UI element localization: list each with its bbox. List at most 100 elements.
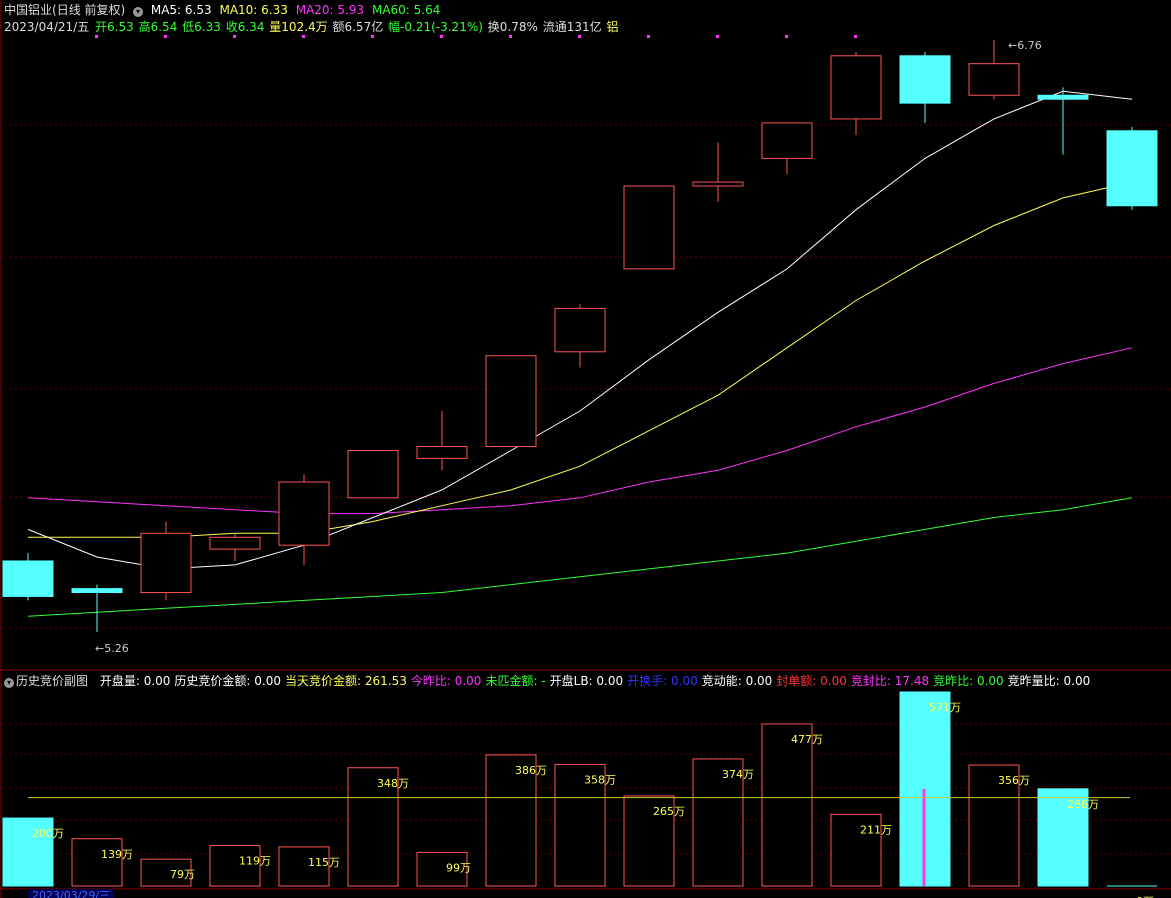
indicator-title[interactable]: 历史竞价副图	[16, 674, 88, 688]
auction-bar-label: 265万	[653, 805, 685, 818]
ma60-line	[27, 497, 1133, 617]
indicator-item: 竞昨比: 0.00	[933, 674, 1004, 688]
high-value: 高6.54	[138, 20, 178, 34]
chevron-down-icon[interactable]: ▾	[133, 7, 144, 17]
top-marker	[233, 35, 236, 38]
candle	[1037, 87, 1089, 155]
candle	[1106, 126, 1158, 210]
low-mark-label: ←5.26	[95, 642, 129, 655]
candle-body	[140, 532, 192, 594]
candle	[623, 185, 675, 270]
top-marker	[854, 35, 857, 38]
candle-body	[278, 481, 330, 546]
amount-value: 额6.57亿	[332, 20, 384, 34]
candle	[347, 449, 399, 499]
auction-bar-label: 348万	[377, 777, 409, 790]
candle-body	[968, 63, 1020, 96]
volume-value: 量102.4万	[269, 20, 328, 34]
top-marker	[440, 35, 443, 38]
auction-bar-label: 286万	[1067, 798, 1099, 811]
candle	[416, 410, 468, 471]
candle	[209, 533, 261, 561]
candle-body	[1106, 130, 1158, 207]
indicator-item: 开盘LB: 0.00	[549, 674, 624, 688]
candle	[485, 355, 537, 448]
open-value: 开6.53	[95, 20, 134, 34]
auction-bar	[761, 723, 813, 887]
candle-body	[485, 355, 537, 448]
indicator-item: 开盘量: 0.00	[99, 674, 171, 688]
indicator-item: 当天竞价金额: 261.53	[285, 674, 407, 688]
auction-bar-label: 139万	[101, 848, 133, 861]
header-row-1: 中国铝业(日线 前复权) ▾ MA5: 6.53 MA10: 6.33 MA20…	[4, 2, 444, 18]
candle	[692, 142, 744, 202]
auction-bar-label: 200万	[32, 827, 64, 840]
close-value: 收6.34	[225, 20, 265, 34]
auction-bar-label: 79万	[170, 868, 195, 881]
candle-body	[2, 560, 54, 597]
auction-bar-label: 211万	[860, 823, 892, 836]
candlesticks	[2, 40, 1158, 632]
candle-body	[347, 449, 399, 499]
low-value: 低6.33	[182, 20, 221, 34]
candle-body	[830, 55, 882, 120]
top-marker	[302, 35, 305, 38]
high-mark-label: ←6.76	[1008, 39, 1042, 52]
candle-body	[899, 55, 951, 104]
candle	[899, 51, 951, 123]
auction-bar-label: 119万	[239, 855, 271, 868]
candle-body	[692, 181, 744, 187]
stock-name: 中国铝业	[4, 3, 53, 17]
auction-bar-label: 356万	[998, 774, 1030, 787]
period-label: (日线 前复权)	[52, 3, 126, 17]
price-grid	[0, 124, 1171, 855]
turnover-value: 换0.78%	[487, 20, 538, 34]
ma10-value: MA10: 6.33	[219, 3, 288, 17]
auction-bar-label: 358万	[584, 773, 616, 786]
candle	[71, 584, 123, 632]
auction-bar-label: 374万	[722, 768, 754, 781]
candle	[554, 304, 606, 368]
indicator-item: 封单额: 0.00	[776, 674, 847, 688]
candle	[2, 553, 54, 601]
float-cap-value: 流通131亿	[542, 20, 602, 34]
ma20-value: MA20: 5.93	[295, 3, 365, 17]
auction-bars: 200万 139万 79万 119万 115万 348万 99万 386万 358万 265万 37…	[2, 691, 1157, 898]
top-marker	[578, 35, 581, 38]
indicator-item: 竞封比: 17.48	[850, 674, 930, 688]
candle	[278, 474, 330, 565]
indicator-item: 开换手: 0.00	[627, 674, 698, 688]
chevron-down-icon[interactable]: ▾	[4, 678, 14, 688]
indicator-item: 历史竞价金额: 0.00	[174, 674, 281, 688]
auction-bar-label: 477万	[791, 733, 823, 746]
sector-value: 铝	[606, 20, 619, 34]
candle-body	[623, 185, 675, 270]
auction-bar-label: 99万	[446, 861, 471, 874]
date-value: 2023/04/21/五	[4, 20, 90, 34]
indicator-item: 未匹金额: -	[485, 674, 546, 688]
indicator-item: 今昨比: 0.00	[410, 674, 482, 688]
top-marker	[716, 35, 719, 38]
ma5-value: MA5: 6.53	[150, 3, 212, 17]
header-row-2: 2023/04/21/五 开6.53 高6.54 低6.33 收6.34 量10…	[4, 19, 622, 35]
indicator-header: ▾ 历史竞价副图 开盘量: 0.00 历史竞价金额: 0.00 当天竞价金额: 261…	[4, 673, 1090, 689]
candle-body	[416, 446, 468, 459]
top-marker	[164, 35, 167, 38]
cursor-date: 2023/03/29/三	[28, 889, 115, 898]
top-marker	[371, 35, 374, 38]
top-marker	[785, 35, 788, 38]
auction-bar	[71, 838, 123, 887]
chart-canvas: ←6.76 ←5.26 200万 139万 79万 119万 115万 348万 99万 386…	[0, 0, 1171, 898]
candle-body	[1037, 94, 1089, 100]
top-marker	[95, 35, 98, 38]
change-value: 幅-0.21(-3.21%)	[388, 20, 483, 34]
candle-body	[761, 122, 813, 159]
ma20-line	[27, 347, 1133, 515]
auction-bar-label: 571万	[929, 701, 961, 714]
auction-bar-label: 115万	[308, 856, 340, 869]
auction-bar-label: 386万	[515, 764, 547, 777]
candle	[140, 521, 192, 601]
candle	[761, 122, 813, 175]
top-marker	[647, 35, 650, 38]
candle-body	[71, 588, 123, 594]
